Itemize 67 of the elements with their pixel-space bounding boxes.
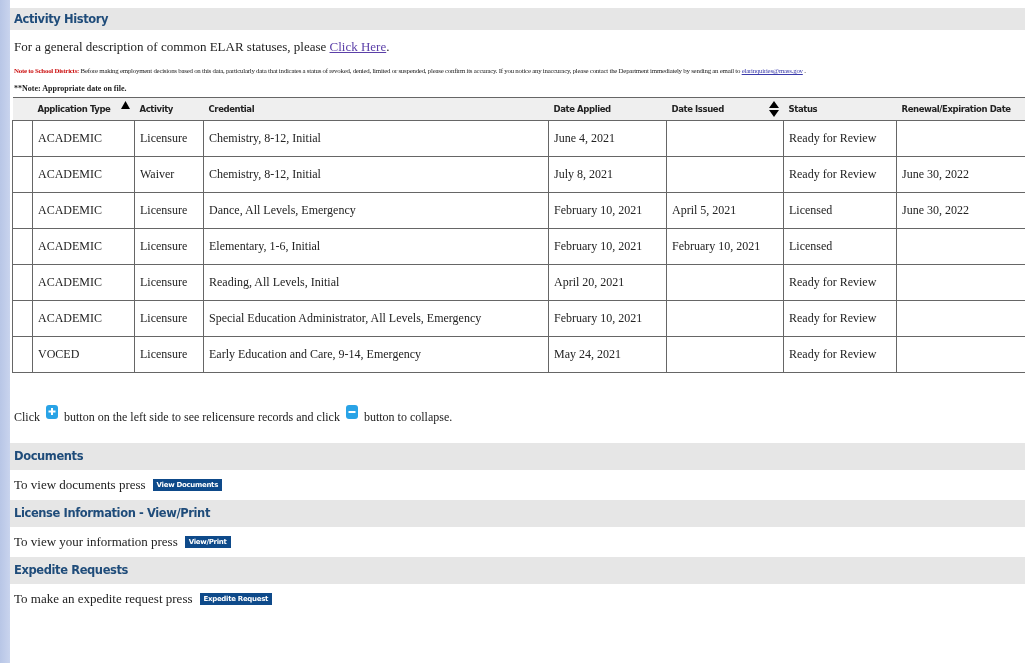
table-cell (12, 192, 33, 229)
help-text: Click (14, 409, 40, 425)
table-cell (12, 156, 33, 193)
table-cell: Chemistry, 8-12, Initial (203, 120, 549, 157)
table-cell: February 10, 2021 (548, 192, 667, 229)
date-note: **Note: Appropriate date on file. (13, 83, 128, 95)
table-cell: ACADEMIC (32, 156, 135, 193)
table-cell: Special Education Administrator, All Levels, Emergency (203, 300, 549, 337)
table-cell: Ready for Review (783, 120, 897, 157)
table-cell: February 10, 2021 (548, 300, 667, 337)
table-cell: ACADEMIC (32, 264, 135, 301)
column-label: Renewal/Expiration Date (901, 104, 1011, 114)
help-text: button on the left side to see relicensure records and click (64, 409, 340, 425)
instruction-text: To make an expedite request press (14, 591, 193, 607)
table-cell: June 4, 2021 (548, 120, 667, 157)
table-cell: Elementary, 1-6, Initial (203, 228, 549, 265)
column-label: Application Type (37, 104, 111, 114)
sort-ascending-icon (120, 101, 130, 109)
table-cell: Ready for Review (783, 264, 897, 301)
table-cell: Ready for Review (783, 156, 897, 193)
table-cell: Licensure (134, 228, 204, 265)
sort-icon (768, 101, 779, 117)
section-heading: Documents (10, 443, 1025, 470)
table-cell: Licensure (134, 336, 204, 373)
table-cell: February 10, 2021 (548, 228, 667, 265)
table-cell: July 8, 2021 (548, 156, 667, 193)
table-cell: Chemistry, 8-12, Initial (203, 156, 549, 193)
table-cell (12, 264, 33, 301)
table-cell: Reading, All Levels, Initial (203, 264, 549, 301)
section-heading: Expedite Requests (10, 557, 1025, 584)
table-cell: Ready for Review (783, 300, 897, 337)
table-cell: Licensure (134, 120, 204, 157)
column-label: Date Applied (553, 104, 611, 114)
table-cell: Ready for Review (783, 336, 897, 373)
table-cell: May 24, 2021 (548, 336, 667, 373)
table-cell (12, 228, 33, 265)
column-label: Status (788, 104, 818, 114)
help-text: button to collapse. (363, 409, 453, 425)
section-heading: Activity History (10, 8, 1025, 30)
column-label: Activity (139, 104, 173, 114)
table-cell: Licensure (134, 264, 204, 301)
table-cell: Early Education and Care, 9-14, Emergency (203, 336, 549, 373)
table-cell: ACADEMIC (32, 192, 135, 229)
collapse-minus-icon (345, 405, 358, 419)
intro-text: For a general description of common ELAR statuses, please Click Here. (13, 38, 391, 56)
table-cell: February 10, 2021 (666, 228, 784, 265)
table-cell: Licensure (134, 192, 204, 229)
table-cell: April 20, 2021 (548, 264, 667, 301)
table-cell: Waiver (134, 156, 204, 193)
table-cell (12, 300, 33, 337)
table-cell: Licensed (783, 192, 897, 229)
table-cell: ACADEMIC (32, 120, 135, 157)
table-cell: Dance, All Levels, Emergency (203, 192, 549, 229)
table-cell (12, 120, 33, 157)
table-cell: Licensed (783, 228, 897, 265)
table-cell: ACADEMIC (32, 228, 135, 265)
instruction-text: To view your information press (14, 534, 178, 550)
table-cell: VOCED (32, 336, 135, 373)
column-label: Date Issued (671, 104, 724, 114)
table-cell: April 5, 2021 (666, 192, 784, 229)
instruction-text: To view documents press (14, 477, 146, 493)
expand-plus-icon (46, 405, 58, 419)
table-cell: ACADEMIC (32, 300, 135, 337)
column-label: Credential (208, 104, 255, 114)
table-cell: Licensure (134, 300, 204, 337)
section-heading: License Information - View/Print (10, 500, 1025, 527)
table-cell (12, 336, 33, 373)
